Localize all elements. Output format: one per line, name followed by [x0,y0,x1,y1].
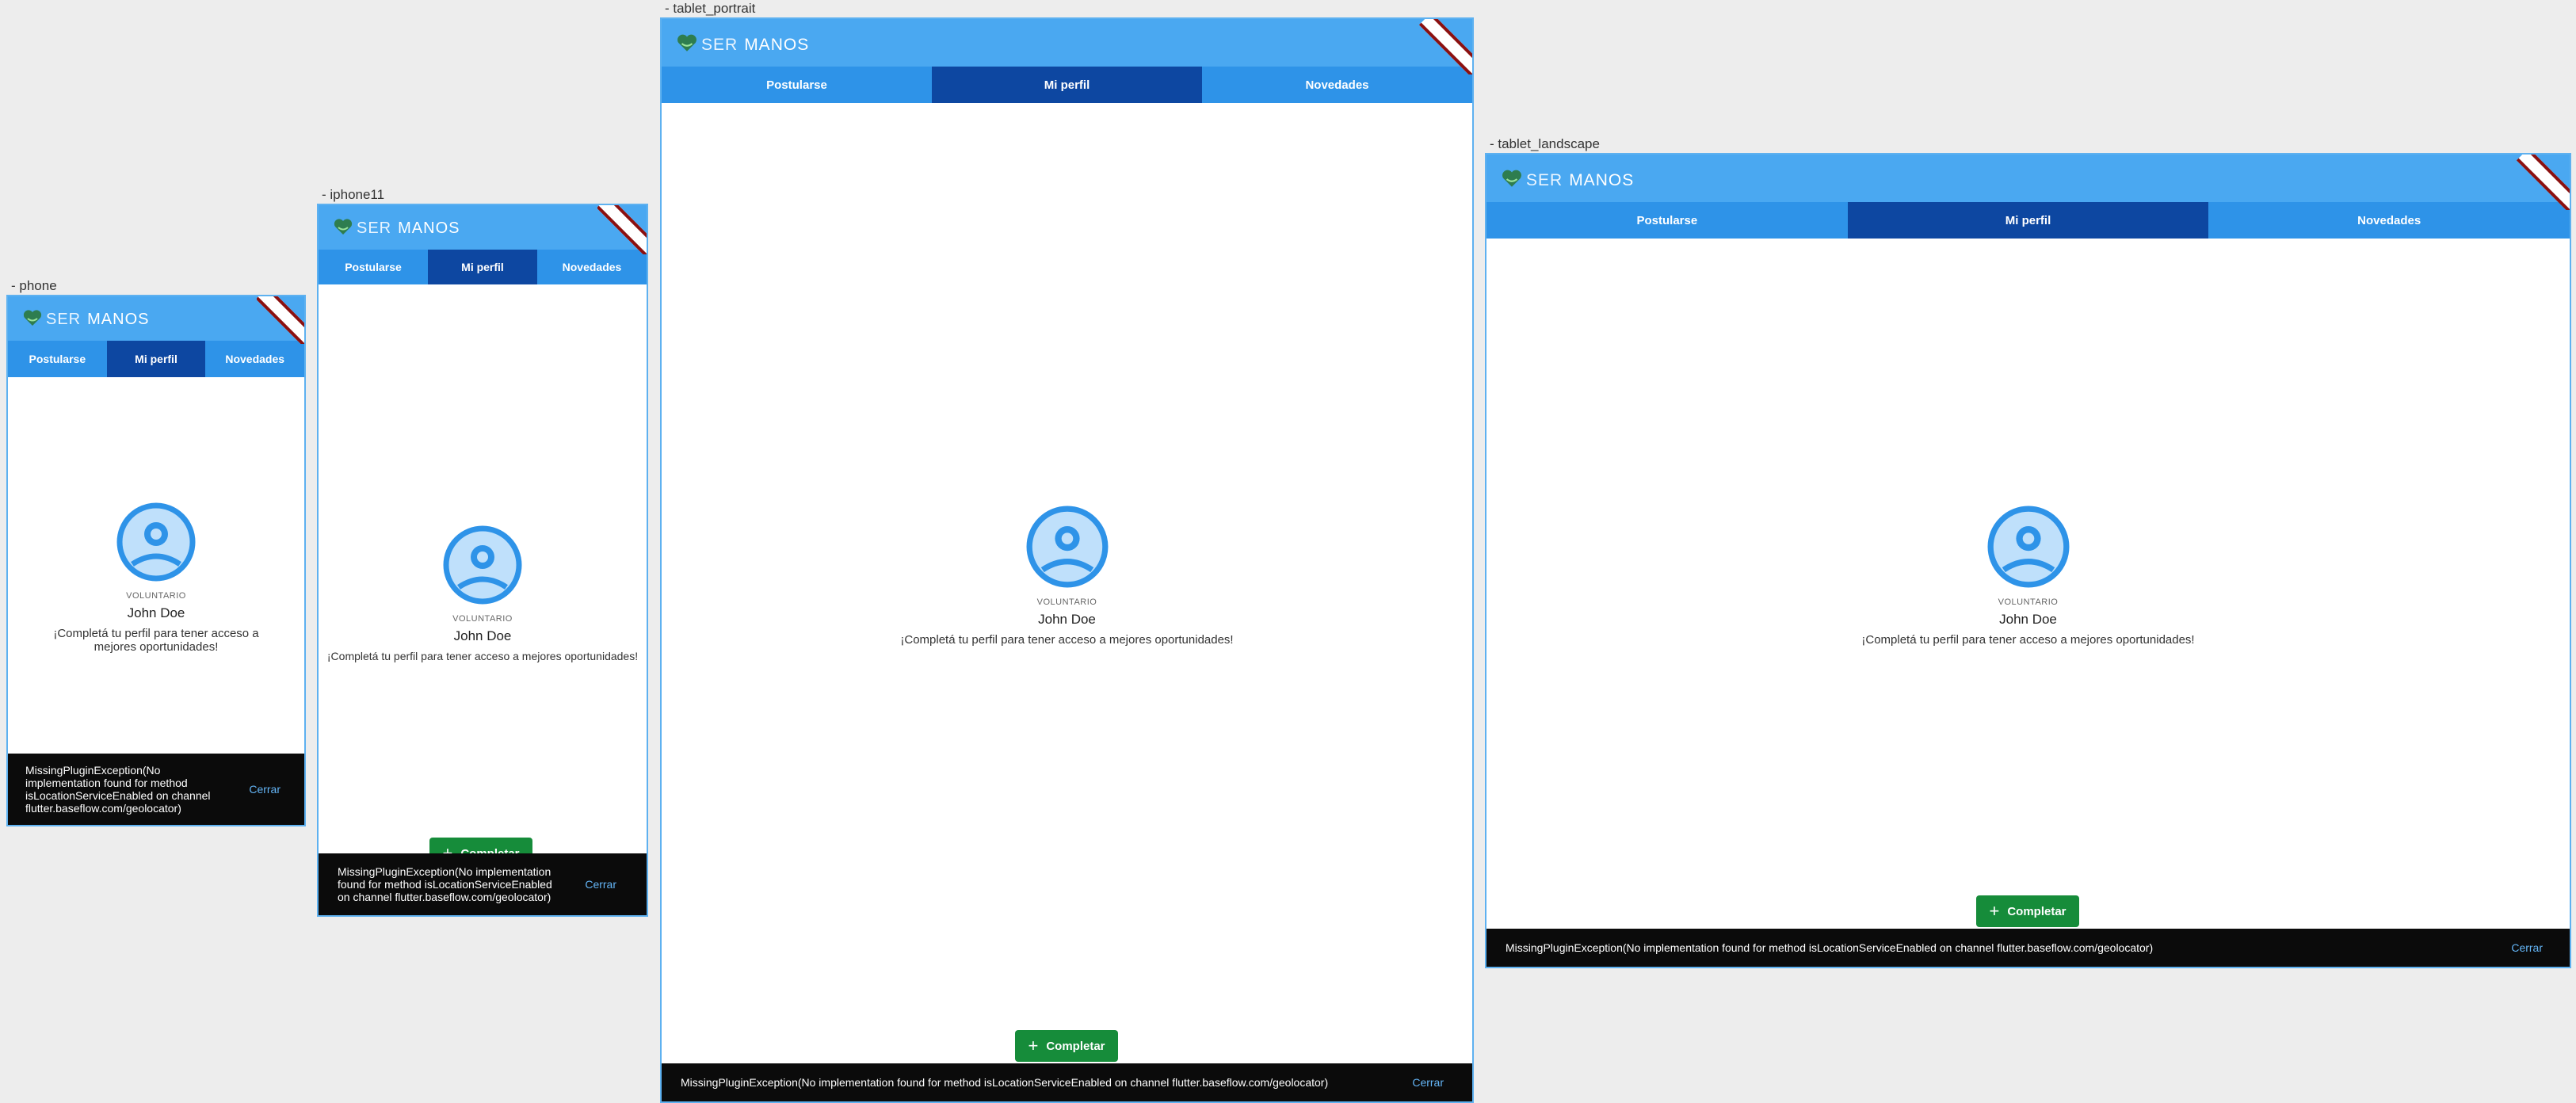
logo-manos: MANOS [398,219,460,237]
snackbar-message: MissingPluginException(No implementation… [681,1075,1329,1089]
profile-section: VOLUNTARIO John Doe ¡Completá tu perfil … [1486,506,2570,647]
snackbar-close-button[interactable]: Cerrar [585,878,616,891]
device-label: - iphone11 [322,187,385,202]
snackbar-message: MissingPluginException(No implementation… [25,763,211,815]
account-circle-icon [116,502,196,582]
plus-icon: + [1989,901,2000,921]
tab-bar: Postularse Mi perfil Novedades [1486,202,2570,239]
device-label: - phone [11,278,57,293]
tab-mi-perfil[interactable]: Mi perfil [1847,202,2209,239]
logo-manos: MANOS [1569,170,1635,189]
profile-message: ¡Completá tu perfil para tener acceso a … [53,627,259,654]
snackbar-message: MissingPluginException(No implementation… [1506,941,2154,954]
tab-postularse[interactable]: Postularse [319,250,428,284]
profile-name: John Doe [453,628,512,643]
snackbar: MissingPluginException(No implementation… [8,754,304,825]
app-screen: SER MANOS Postularse Mi perfil Novedades… [1485,153,2571,968]
snackbar-close-button[interactable]: Cerrar [2511,941,2543,954]
tab-mi-perfil[interactable]: Mi perfil [428,250,537,284]
account-circle-icon [443,525,522,605]
profile-name: John Doe [1038,612,1096,627]
tab-postularse[interactable]: Postularse [1486,202,1848,239]
complete-button-label: Completar [2007,904,2067,918]
tab-novedades[interactable]: Novedades [205,341,304,377]
logo-manos: MANOS [87,311,150,328]
complete-button[interactable]: + Completar [1976,895,2079,927]
tab-novedades[interactable]: Novedades [537,250,647,284]
snackbar-close-button[interactable]: Cerrar [249,783,280,796]
profile-role: VOLUNTARIO [452,614,513,624]
tab-mi-perfil[interactable]: Mi perfil [932,67,1202,103]
tab-bar: Postularse Mi perfil Novedades [8,341,304,377]
profile-section: VOLUNTARIO John Doe ¡Completá tu perfil … [662,506,1472,647]
account-circle-icon [1026,506,1108,588]
logo: SER MANOS [333,218,460,239]
account-circle-icon [1987,506,2069,588]
profile-section: VOLUNTARIO John Doe ¡Completá tu perfil … [319,525,647,662]
tab-postularse[interactable]: Postularse [662,67,932,103]
device-label: - tablet_portrait [665,1,756,16]
snackbar: MissingPluginException(No implementation… [1486,929,2570,967]
snackbar: MissingPluginException(No implementation… [319,853,647,915]
logo-ser: SER [1526,170,1563,189]
snackbar-close-button[interactable]: Cerrar [1412,1076,1444,1089]
logo-ser: SER [701,35,738,54]
app-bar: SER MANOS [662,19,1472,67]
logo-ser: SER [357,219,392,237]
profile-name: John Doe [1999,612,2057,627]
tab-bar: Postularse Mi perfil Novedades [662,67,1472,103]
app-bar: SER MANOS [1486,155,2570,202]
profile-section: VOLUNTARIO John Doe ¡Completá tu perfil … [8,502,304,654]
heart-hands-logo-icon [22,309,43,330]
profile-message: ¡Completá tu perfil para tener acceso a … [1861,633,2195,647]
complete-button[interactable]: + Completar [1015,1030,1118,1062]
logo-ser: SER [46,311,82,328]
plus-icon: + [1028,1036,1039,1055]
tab-postularse[interactable]: Postularse [8,341,107,377]
profile-role: VOLUNTARIO [126,591,186,601]
heart-hands-logo-icon [676,33,698,56]
logo: SER MANOS [1501,169,1634,192]
logo-manos: MANOS [744,35,810,54]
complete-button-label: Completar [1046,1039,1105,1053]
snackbar-message: MissingPluginException(No implementation… [338,864,552,904]
device-label: - tablet_landscape [1490,136,1600,151]
profile-message: ¡Completá tu perfil para tener acceso a … [900,633,1234,647]
device-tablet-portrait: - tablet_portrait SER MANOS Postularse M… [660,0,1474,1103]
profile-name: John Doe [127,605,185,620]
debug-banner-icon [2514,155,2570,210]
debug-banner-icon [1417,19,1472,74]
device-tablet-landscape: - tablet_landscape SER MANOS Postularse … [1485,135,2571,968]
logo: SER MANOS [22,309,149,330]
logo: SER MANOS [676,33,809,56]
snackbar: MissingPluginException(No implementation… [662,1063,1472,1101]
tab-mi-perfil[interactable]: Mi perfil [106,341,206,377]
debug-banner-icon [257,296,304,344]
device-phone: - phone SER MANOS Postularse Mi perfil N… [6,277,306,826]
app-screen: SER MANOS Postularse Mi perfil Novedades… [6,295,306,826]
profile-role: VOLUNTARIO [1036,597,1097,607]
heart-hands-logo-icon [333,218,353,239]
app-screen: SER MANOS Postularse Mi perfil Novedades… [317,204,648,917]
app-screen: SER MANOS Postularse Mi perfil Novedades… [660,17,1474,1103]
debug-banner-icon [597,205,647,254]
tab-bar: Postularse Mi perfil Novedades [319,250,647,284]
heart-hands-logo-icon [1501,169,1523,192]
device-iphone11: - iphone11 SER MANOS Postularse Mi perfi… [317,186,648,917]
profile-role: VOLUNTARIO [1998,597,2059,607]
profile-message: ¡Completá tu perfil para tener acceso a … [326,650,639,662]
